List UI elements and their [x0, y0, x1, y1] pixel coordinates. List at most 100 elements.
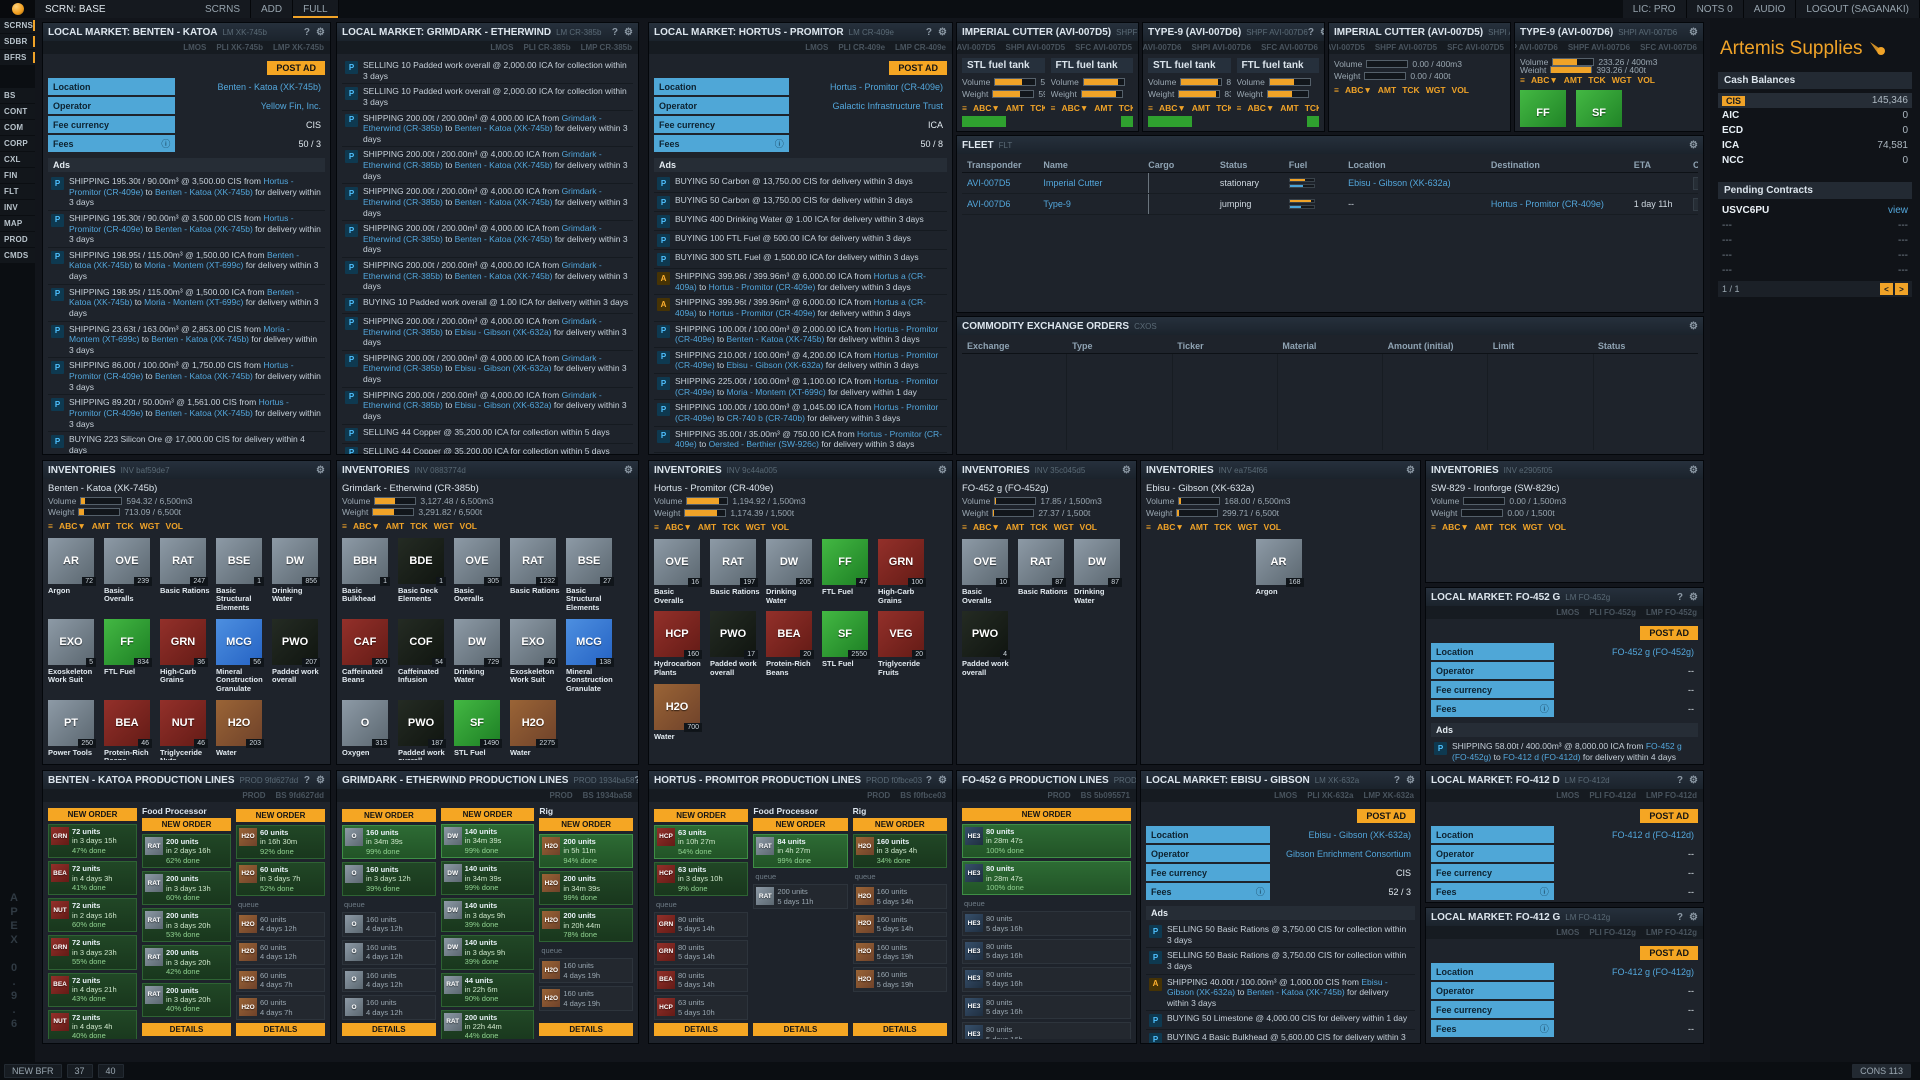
production-order[interactable]: O160 unitsin 3 days 12h39% done: [342, 862, 436, 896]
production-order[interactable]: BEA72 unitsin 4 days 21h43% done: [48, 973, 137, 1007]
production-order[interactable]: H2O160 units4 days 19h: [539, 958, 633, 983]
post-ad-button[interactable]: POST AD: [1640, 809, 1698, 823]
buffer-tab[interactable]: SHP AVI-007D5: [1329, 43, 1365, 52]
sort-tck[interactable]: TCK: [1499, 522, 1516, 532]
location-link[interactable]: CR-740 b (CR-740b): [727, 413, 805, 423]
inventory-item[interactable]: BBH1Basic Bulkhead: [342, 538, 392, 613]
item-icon-CAF[interactable]: CAF200: [342, 619, 388, 665]
inventory-item[interactable]: PT250Power Tools: [48, 700, 98, 760]
nav-fin[interactable]: FIN: [0, 168, 35, 183]
market-ad[interactable]: PSHIPPING 200.00t / 200.00m³ @ 4,000.00 …: [342, 351, 633, 388]
production-order[interactable]: DW140 unitsin 34m 39s99% done: [441, 861, 535, 895]
fleet-row[interactable]: AVI-007D5Imperial CutterstationaryEbisu …: [962, 173, 1698, 194]
list-icon[interactable]: ≡: [1051, 103, 1056, 113]
item-icon-EXO[interactable]: EXO5: [48, 619, 94, 665]
production-order[interactable]: DW140 unitsin 34m 39s99% done: [441, 824, 535, 858]
buffer-tab[interactable]: SHPI AVI-007D6: [1192, 43, 1252, 52]
buffer-tab[interactable]: PLI XK-745b: [216, 43, 263, 52]
location-link[interactable]: Benten - Katoa (XK-745b): [455, 271, 553, 281]
item-icon-H2O[interactable]: H2O2275: [510, 700, 556, 746]
sort-tck[interactable]: TCK: [1216, 103, 1230, 113]
market-ad[interactable]: PBUYING 10 Padded work overall @ 1.00 IC…: [342, 295, 633, 314]
help-icon[interactable]: ?: [304, 27, 310, 38]
inventory-item[interactable]: SF2550STL Fuel: [822, 611, 872, 677]
sort-amt[interactable]: AMT: [1006, 522, 1024, 532]
inventory-item[interactable]: H2O2275Water: [510, 700, 560, 760]
buffer-tab[interactable]: SFC AVI-007D6: [1640, 43, 1697, 52]
gear-icon[interactable]: ⚙: [1689, 140, 1698, 151]
inventory-item[interactable]: MCG138Mineral Construction Granulate: [566, 619, 616, 694]
sort-wgt[interactable]: WGT: [434, 521, 454, 531]
inventory-item[interactable]: H2O700Water: [654, 684, 704, 742]
nav-corp[interactable]: CORP: [0, 136, 35, 151]
info-icon[interactable]: ⓘ: [161, 137, 170, 150]
location-link[interactable]: Ebisu - Gibson (XK-632a): [455, 363, 552, 373]
item-icon-RAT[interactable]: RAT87: [1018, 539, 1064, 585]
gear-icon[interactable]: ⚙: [938, 465, 947, 476]
nav-flt[interactable]: FLT: [0, 184, 35, 199]
details-button[interactable]: DETAILS: [753, 1023, 847, 1036]
market-ad[interactable]: PSHIPPING 100.00t / 100.00m³ @ 2,000.00 …: [654, 322, 947, 348]
buffer-tab[interactable]: PROD: [242, 791, 265, 800]
prev-page-button[interactable]: <: [1880, 283, 1893, 295]
market-ad[interactable]: PSHIPPING 210.00t / 100.00m³ @ 4,200.00 …: [654, 348, 947, 374]
sort-wgt[interactable]: WGT: [1426, 85, 1446, 95]
list-icon[interactable]: ≡: [1431, 522, 1436, 532]
sort-vol[interactable]: VOL: [1452, 85, 1469, 95]
market-ad[interactable]: PBUYING 223 Silicon Ore @ 17,000.00 CIS …: [48, 432, 325, 454]
buffer-tab[interactable]: PROD: [867, 791, 890, 800]
location-link[interactable]: Benten - Katoa (XK-745b): [155, 187, 253, 197]
production-order[interactable]: H2O60 unitsin 3 days 7h52% done: [236, 862, 325, 896]
buffer-tab[interactable]: SHPF AVI-007D6: [1568, 43, 1630, 52]
inventory-item[interactable]: RAT1232Basic Rations: [510, 538, 560, 613]
inventory-item[interactable]: OVE16Basic Overalls: [654, 539, 704, 605]
details-button[interactable]: DETAILS: [342, 1023, 436, 1036]
market-ad[interactable]: PSHIPPING 200.00t / 200.00m³ @ 4,000.00 …: [342, 111, 633, 148]
item-icon-GRN[interactable]: GRN100: [878, 539, 924, 585]
top-tab-add[interactable]: ADD: [251, 0, 293, 18]
production-order[interactable]: H2O60 units4 days 7h: [236, 968, 325, 993]
post-ad-button[interactable]: POST AD: [1640, 946, 1698, 960]
inventory-item[interactable]: EXO40Exoskeleton Work Suit: [510, 619, 560, 694]
nav-cxl[interactable]: CXL: [0, 152, 35, 167]
item-icon-PWO[interactable]: PWO187: [398, 700, 444, 746]
production-order[interactable]: DW140 unitsin 3 days 9h39% done: [441, 898, 535, 932]
inventory-item[interactable]: GRN100High-Carb Grains: [878, 539, 928, 605]
help-icon[interactable]: ?: [926, 27, 932, 38]
market-ad[interactable]: PSHIPPING 100.00t / 100.00m³ @ 1,045.00 …: [654, 400, 947, 426]
market-ad[interactable]: PSHIPPING 198.95t / 115.00m³ @ 1,500.00 …: [48, 248, 325, 285]
production-order[interactable]: H2O200 unitsin 34m 39s99% done: [539, 871, 633, 905]
production-order[interactable]: H2O60 units4 days 12h: [236, 912, 325, 937]
location-link[interactable]: Hortus - Promitor (CR-409e): [709, 282, 816, 292]
sort-abc[interactable]: ABC▼: [353, 521, 380, 531]
buffer-tab[interactable]: LMP CR-385b: [581, 43, 632, 52]
sort-vol[interactable]: VOL: [460, 521, 477, 531]
nav-cmds[interactable]: CMDS: [0, 248, 35, 263]
item-icon-O[interactable]: O313: [342, 700, 388, 746]
production-order[interactable]: RAT84 unitsin 4h 27m99% done: [753, 834, 847, 868]
item-icon-BDE[interactable]: BDE1: [398, 538, 444, 584]
item-icon-MCG[interactable]: MCG56: [216, 619, 262, 665]
sort-vol[interactable]: VOL: [1264, 522, 1281, 532]
info-icon[interactable]: ⓘ: [1540, 885, 1549, 898]
post-ad-button[interactable]: POST AD: [267, 61, 325, 75]
inventory-item[interactable]: RAT197Basic Rations: [710, 539, 760, 605]
market-ad[interactable]: PSHIPPING 200.00t / 200.00m³ @ 4,000.00 …: [342, 147, 633, 184]
buffer-tab[interactable]: BS 9fd627dd: [276, 791, 324, 800]
location-link[interactable]: Moria - Montem (XT-699c): [144, 297, 243, 307]
gear-icon[interactable]: ⚙: [1122, 465, 1131, 476]
production-order[interactable]: HE380 units5 days 16h: [962, 995, 1131, 1020]
location-link[interactable]: Benten - Katoa (XK-745b): [155, 371, 253, 381]
sort-amt[interactable]: AMT: [1190, 522, 1208, 532]
sort-tck[interactable]: TCK: [1214, 522, 1231, 532]
sort-tck[interactable]: TCK: [410, 521, 427, 531]
sort-tck[interactable]: TCK: [722, 522, 739, 532]
market-ad[interactable]: PSHIPPING 225.00t / 100.00m³ @ 1,100.00 …: [654, 374, 947, 400]
market-ad[interactable]: PSHIPPING 200.00t / 200.00m³ @ 4,000.00 …: [342, 184, 633, 221]
top-tab-scrns[interactable]: SCRNS: [195, 0, 251, 18]
item-icon-EXO[interactable]: EXO40: [510, 619, 556, 665]
item-icon-OVE[interactable]: OVE305: [454, 538, 500, 584]
top-tab-full[interactable]: FULL: [293, 0, 338, 18]
location-link[interactable]: Ebisu - Gibson (XK-632a): [455, 400, 552, 410]
item-icon-PWO[interactable]: PWO207: [272, 619, 318, 665]
